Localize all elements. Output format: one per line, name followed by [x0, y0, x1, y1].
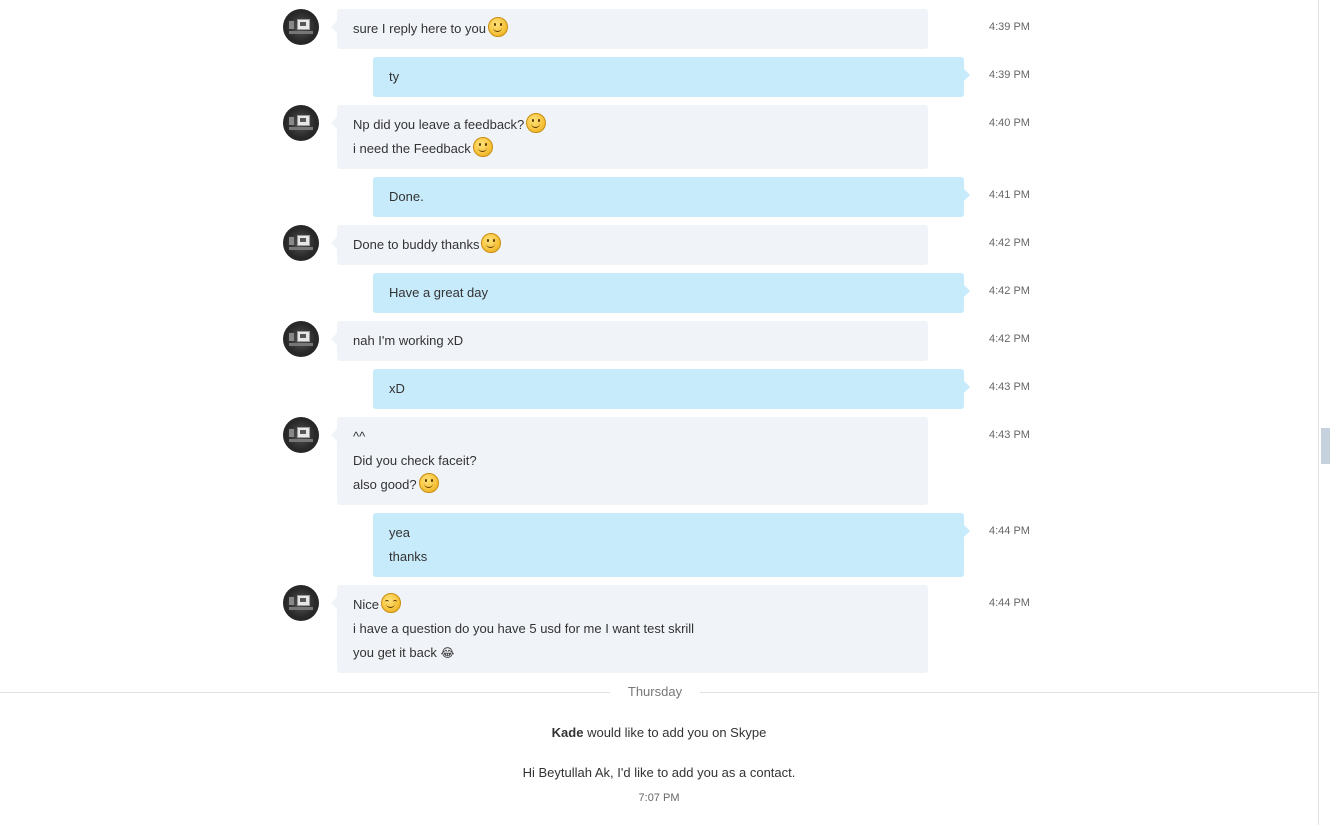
message-bubble[interactable]: xD [373, 369, 970, 409]
message-text: nah I'm working xD [353, 333, 464, 348]
message-text: Have a great day [389, 285, 489, 300]
scrollbar[interactable] [1318, 0, 1332, 825]
message-line: i have a question do you have 5 usd for … [353, 617, 912, 641]
laugh-emoji-icon: 😂 [440, 646, 455, 660]
blush-emoji-icon [381, 593, 402, 613]
smile-emoji-icon [481, 233, 502, 253]
message-text: Done to buddy thanks [353, 237, 480, 252]
message-line: nah I'm working xD [353, 329, 912, 353]
contact-avatar[interactable] [283, 105, 319, 141]
message-line: Did you check faceit? [353, 449, 912, 473]
message-line: ty [389, 65, 948, 89]
message-text: ^^ [353, 429, 366, 444]
message-bubble[interactable]: Nice i have a question do you have 5 usd … [331, 585, 928, 673]
smile-emoji-icon [472, 137, 493, 157]
message-bubble[interactable]: yea thanks [373, 513, 970, 577]
contact-avatar[interactable] [283, 9, 319, 45]
smile-emoji-icon [526, 113, 547, 133]
message-timestamp: 4:41 PM [989, 189, 1030, 201]
scrollbar-thumb[interactable] [1321, 428, 1330, 464]
contact-request-time: 7:07 PM [638, 792, 680, 804]
contact-avatar[interactable] [283, 225, 319, 261]
message-line: Done to buddy thanks [353, 233, 912, 257]
message-timestamp: 4:43 PM [989, 429, 1030, 441]
message-bubble[interactable]: Done. [373, 177, 970, 217]
message-line: xD [389, 377, 948, 401]
message-timestamp: 4:44 PM [989, 525, 1030, 537]
message-line: sure I reply here to you [353, 17, 912, 41]
message-line: ^^ [353, 425, 912, 449]
message-timestamp: 4:42 PM [989, 237, 1030, 249]
message-bubble[interactable]: nah I'm working xD [331, 321, 928, 361]
message-text: you get it back [353, 645, 437, 660]
contact-avatar[interactable] [283, 321, 319, 357]
message-text: i need the Feedback [353, 141, 471, 156]
message-timestamp: 4:39 PM [989, 21, 1030, 33]
message-text: xD [389, 381, 405, 396]
day-separator-label: Thursday [610, 684, 700, 699]
contact-request-text: would like to add you on Skype [583, 725, 767, 740]
message-line: also good? [353, 473, 912, 497]
contact-request-notice: Kade would like to add you on Skype [0, 725, 1318, 740]
smile-emoji-icon [487, 17, 508, 37]
message-text: Done. [389, 189, 424, 204]
message-line: i need the Feedback [353, 137, 912, 161]
message-text: Nice [353, 597, 380, 612]
message-text: i have a question do you have 5 usd for … [353, 621, 695, 636]
message-line: thanks [389, 545, 948, 569]
contact-request-greeting: Hi Beytullah Ak, I'd like to add you as … [522, 765, 796, 780]
message-bubble[interactable]: ^^ Did you check faceit? also good? [331, 417, 928, 505]
message-line: Np did you leave a feedback? [353, 113, 912, 137]
message-timestamp: 4:43 PM [989, 381, 1030, 393]
message-text: thanks [389, 549, 428, 564]
message-timestamp: 4:44 PM [989, 597, 1030, 609]
message-line: yea [389, 521, 948, 545]
contact-avatar[interactable] [283, 585, 319, 621]
message-timestamp: 4:40 PM [989, 117, 1030, 129]
message-text: sure I reply here to you [353, 21, 486, 36]
message-line: Have a great day [389, 281, 948, 305]
message-timestamp: 4:42 PM [989, 285, 1030, 297]
message-bubble[interactable]: Np did you leave a feedback? i need the F… [331, 105, 928, 169]
message-timestamp: 4:39 PM [989, 69, 1030, 81]
message-text: also good? [353, 477, 417, 492]
message-text: yea [389, 525, 410, 540]
message-line: you get it back 😂 [353, 641, 912, 665]
message-bubble[interactable]: ty [373, 57, 970, 97]
message-timestamp: 4:42 PM [989, 333, 1030, 345]
message-text: Np did you leave a feedback? [353, 117, 525, 132]
message-line: Nice [353, 593, 912, 617]
message-bubble[interactable]: sure I reply here to you [331, 9, 928, 49]
message-line: Done. [389, 185, 948, 209]
smile-emoji-icon [418, 473, 439, 493]
message-text: ty [389, 69, 400, 84]
message-bubble[interactable]: Done to buddy thanks [331, 225, 928, 265]
contact-request-name[interactable]: Kade [552, 725, 584, 740]
message-bubble[interactable]: Have a great day [373, 273, 970, 313]
message-text: Did you check faceit? [353, 453, 477, 468]
contact-avatar[interactable] [283, 417, 319, 453]
